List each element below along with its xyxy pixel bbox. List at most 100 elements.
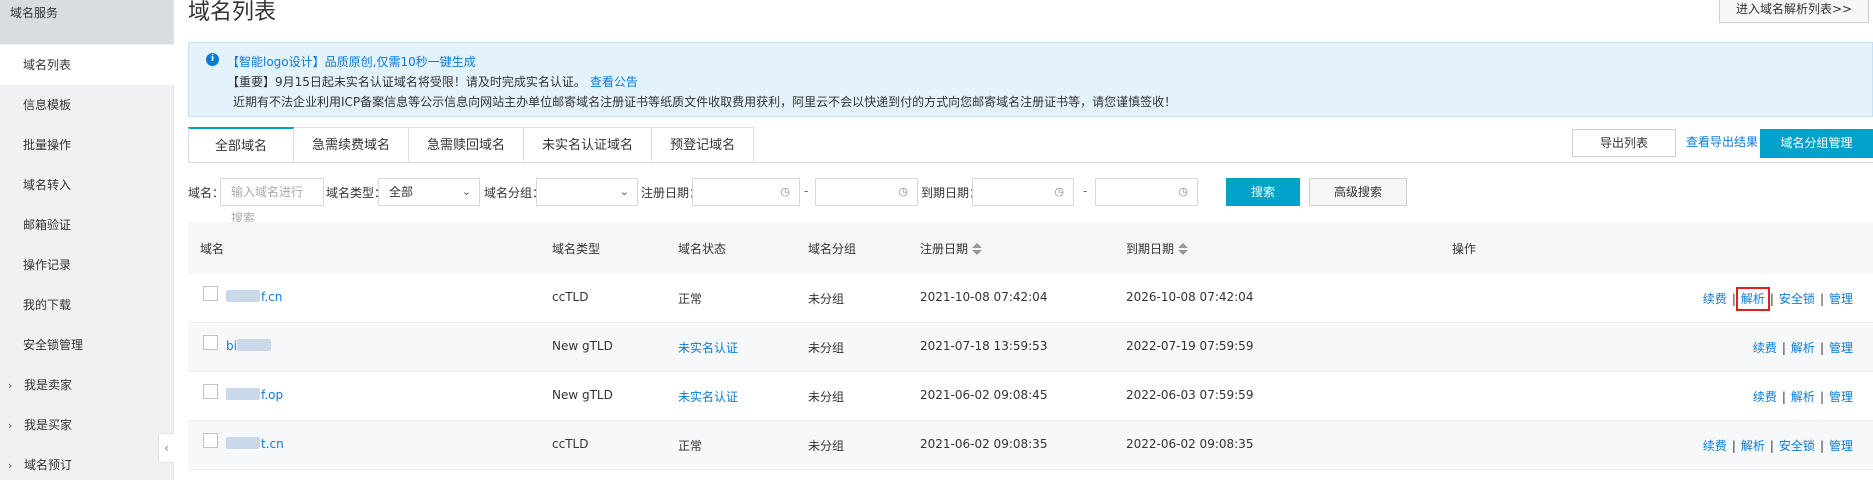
row-checkbox[interactable] <box>203 433 218 448</box>
sidebar-group-seller[interactable]: › 我是卖家 <box>0 365 174 405</box>
clock-icon: ◷ <box>1054 185 1064 198</box>
sidebar-item-info-template[interactable]: 信息模板 <box>0 85 174 125</box>
domain-group-select[interactable]: ⌄ <box>536 178 638 206</box>
tab-unverified[interactable]: 未实名认证域名 <box>524 127 653 163</box>
col-reg-date-label: 注册日期 <box>920 242 969 256</box>
advanced-search-button[interactable]: 高级搜索 <box>1309 178 1407 206</box>
sidebar-item-lock-mgmt[interactable]: 安全锁管理 <box>0 325 174 365</box>
resolve-link[interactable]: 解析 <box>1741 439 1765 453</box>
chevron-down-icon: ⌄ <box>461 185 471 198</box>
sidebar-item-batch-ops[interactable]: 批量操作 <box>0 125 174 165</box>
sidebar-group-buyer[interactable]: › 我是买家 <box>0 405 174 445</box>
exp-date-end-input[interactable]: ◷ <box>1095 178 1198 206</box>
notice-line-important: 【重要】9月15日起未实名认证域名将受限！请及时完成实名认证。 查看公告 <box>227 73 638 90</box>
row-checkbox[interactable] <box>203 286 218 301</box>
sidebar-item-downloads[interactable]: 我的下载 <box>0 285 174 325</box>
renew-link[interactable]: 续费 <box>1753 341 1777 355</box>
security-lock-link[interactable]: 安全锁 <box>1779 292 1815 306</box>
clock-icon: ◷ <box>898 185 908 198</box>
reg-date-start-input[interactable]: ◷ <box>692 178 800 206</box>
resolve-link[interactable]: 解析 <box>1791 341 1815 355</box>
domain-search-input[interactable]: 输入域名进行搜索 <box>220 178 324 225</box>
domain-name: t.cn <box>261 437 284 451</box>
table-row: bi New gTLD 未实名认证 未分组 2021-07-18 13:59:5… <box>188 323 1873 372</box>
renew-link[interactable]: 续费 <box>1703 439 1727 453</box>
sidebar-item-domain-transfer[interactable]: 域名转入 <box>0 165 174 205</box>
search-button[interactable]: 搜索 <box>1226 178 1300 206</box>
type-filter-label: 域名类型： <box>326 186 387 200</box>
col-exp-date[interactable]: 到期日期 <box>1126 240 1189 257</box>
clock-icon: ◷ <box>780 185 790 198</box>
renew-link[interactable]: 续费 <box>1753 390 1777 404</box>
notice-banner: i 【智能logo设计】品质原创,仅需10秒一键生成 【重要】9月15日起未实名… <box>188 42 1873 117</box>
domain-group-manage-button[interactable]: 域名分组管理 <box>1760 129 1873 158</box>
manage-link[interactable]: 管理 <box>1829 390 1853 404</box>
dns-list-button[interactable]: 进入域名解析列表>> <box>1719 0 1869 23</box>
row-actions: 续费 | 解析 | 安全锁 | 管理 <box>1703 287 1853 311</box>
redacted-mask <box>226 388 260 400</box>
resolve-link[interactable]: 解析 <box>1735 287 1770 311</box>
sidebar-item-op-log[interactable]: 操作记录 <box>0 245 174 285</box>
manage-link[interactable]: 管理 <box>1829 439 1853 453</box>
resolve-link[interactable]: 解析 <box>1791 390 1815 404</box>
security-lock-link[interactable]: 安全锁 <box>1779 439 1815 453</box>
domain-group: 未分组 <box>808 341 845 355</box>
manage-link[interactable]: 管理 <box>1829 341 1853 355</box>
renew-link[interactable]: 续费 <box>1703 292 1727 306</box>
sidebar-collapse-icon[interactable]: ‹ <box>158 433 174 463</box>
row-checkbox[interactable] <box>203 335 218 350</box>
sidebar-item-domain-list[interactable]: 域名列表 <box>0 45 174 85</box>
col-domain: 域名 <box>200 242 225 256</box>
notice-logo-link[interactable]: 【智能logo设计】品质原创,仅需10秒一键生成 <box>227 53 476 70</box>
tab-redeem-urgent[interactable]: 急需赎回域名 <box>409 127 525 163</box>
domain-link[interactable]: t.cn <box>226 437 284 451</box>
action-separator: | <box>1781 390 1786 404</box>
action-separator: | <box>1731 439 1736 453</box>
notice-view-announcement-link[interactable]: 查看公告 <box>590 75 638 89</box>
table-row: f.cn ccTLD 正常 未分组 2021-10-08 07:42:04 20… <box>188 274 1873 323</box>
col-type: 域名类型 <box>552 242 601 256</box>
sidebar-group-label: 我是买家 <box>24 418 73 432</box>
row-checkbox[interactable] <box>203 384 218 399</box>
exp-date: 2026-10-08 07:42:04 <box>1126 290 1254 304</box>
action-separator: | <box>1731 292 1736 306</box>
tab-preregistered[interactable]: 预登记域名 <box>652 127 755 163</box>
action-separator: | <box>1769 292 1774 306</box>
redacted-mask <box>226 290 260 302</box>
domain-link[interactable]: f.op <box>226 388 283 402</box>
sidebar-group-reserve[interactable]: › 域名预订 <box>0 445 174 480</box>
sidebar-group-label: 域名预订 <box>24 458 73 472</box>
sidebar-header: 域名服务 <box>0 0 173 44</box>
row-actions: 续费 | 解析 | 管理 <box>1753 388 1853 405</box>
verify-status-link[interactable]: 未实名认证 <box>678 339 738 356</box>
reg-date-end-input[interactable]: ◷ <box>815 178 918 206</box>
domain-type: New gTLD <box>552 339 613 353</box>
table-header: 域名 域名类型 域名状态 域名分组 注册日期 到期日期 操作 <box>188 222 1873 274</box>
notice-important-text: 【重要】9月15日起未实名认证域名将受限！请及时完成实名认证。 <box>227 75 586 89</box>
tab-all-domains[interactable]: 全部域名 <box>188 127 295 163</box>
col-reg-date[interactable]: 注册日期 <box>920 240 983 257</box>
domain-filter-label: 域名： <box>188 186 225 200</box>
view-export-results-link[interactable]: 查看导出结果 <box>1677 133 1767 150</box>
domain-link[interactable]: bi <box>226 339 272 353</box>
exp-date: 2022-06-03 07:59:59 <box>1126 388 1254 402</box>
redacted-mask <box>236 339 271 351</box>
exp-date-start-input[interactable]: ◷ <box>972 178 1074 206</box>
manage-link[interactable]: 管理 <box>1829 292 1853 306</box>
verify-status-link[interactable]: 未实名认证 <box>678 388 738 405</box>
tab-renew-urgent[interactable]: 急需续费域名 <box>294 127 410 163</box>
action-separator: | <box>1819 390 1824 404</box>
sort-icon[interactable] <box>1178 242 1189 256</box>
col-status: 域名状态 <box>678 242 727 256</box>
table-row: f.op New gTLD 未实名认证 未分组 2021-06-02 09:08… <box>188 372 1873 421</box>
reg-date: 2021-10-08 07:42:04 <box>920 290 1048 304</box>
domain-type-select[interactable]: 全部 ⌄ <box>378 178 480 206</box>
reg-date: 2021-06-02 09:08:45 <box>920 388 1048 402</box>
chevron-down-icon: ⌄ <box>619 185 629 198</box>
domain-group: 未分组 <box>808 390 845 404</box>
sort-icon[interactable] <box>972 242 983 256</box>
sidebar-item-email-verify[interactable]: 邮箱验证 <box>0 205 174 245</box>
domain-type: ccTLD <box>552 437 589 451</box>
domain-link[interactable]: f.cn <box>226 290 282 304</box>
export-list-button[interactable]: 导出列表 <box>1572 129 1676 157</box>
